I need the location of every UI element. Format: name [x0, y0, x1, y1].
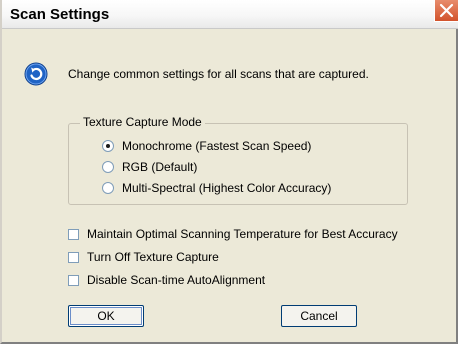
checkbox-turn-off-texture[interactable]: Turn Off Texture Capture [68, 249, 219, 265]
radio-label-monochrome: Monochrome (Fastest Scan Speed) [122, 139, 312, 153]
radio-multi-spectral[interactable]: Multi-Spectral (Highest Color Accuracy) [102, 180, 331, 196]
checkbox-label-maintain-temperature: Maintain Optimal Scanning Temperature fo… [87, 227, 398, 241]
texture-capture-mode-legend: Texture Capture Mode [80, 115, 205, 129]
checkbox-box[interactable] [68, 228, 79, 240]
radio-button[interactable] [102, 161, 114, 173]
refresh-icon [24, 62, 48, 86]
title-bar[interactable]: Scan Settings [2, 0, 458, 29]
ok-button[interactable]: OK [68, 305, 144, 327]
close-icon [439, 3, 454, 18]
radio-label-multi-spectral: Multi-Spectral (Highest Color Accuracy) [122, 181, 332, 195]
radio-button[interactable] [102, 182, 114, 194]
checkbox-maintain-temperature[interactable]: Maintain Optimal Scanning Temperature fo… [68, 226, 398, 242]
radio-button-selected[interactable] [102, 140, 114, 152]
intro-text: Change common settings for all scans tha… [68, 67, 369, 81]
radio-label-rgb: RGB (Default) [122, 160, 198, 174]
window-title: Scan Settings [10, 6, 110, 23]
radio-rgb[interactable]: RGB (Default) [102, 159, 197, 175]
close-button[interactable] [434, 0, 458, 22]
checkbox-disable-autoalignment[interactable]: Disable Scan-time AutoAlignment [68, 272, 265, 288]
checkbox-label-disable-autoalignment: Disable Scan-time AutoAlignment [87, 273, 266, 287]
scan-settings-dialog: Scan Settings Change common settings for… [0, 0, 458, 344]
radio-monochrome[interactable]: Monochrome (Fastest Scan Speed) [102, 138, 311, 154]
cancel-button[interactable]: Cancel [281, 305, 357, 327]
checkbox-box[interactable] [68, 251, 79, 263]
checkbox-label-turn-off-texture: Turn Off Texture Capture [87, 250, 219, 264]
checkbox-box[interactable] [68, 274, 79, 286]
